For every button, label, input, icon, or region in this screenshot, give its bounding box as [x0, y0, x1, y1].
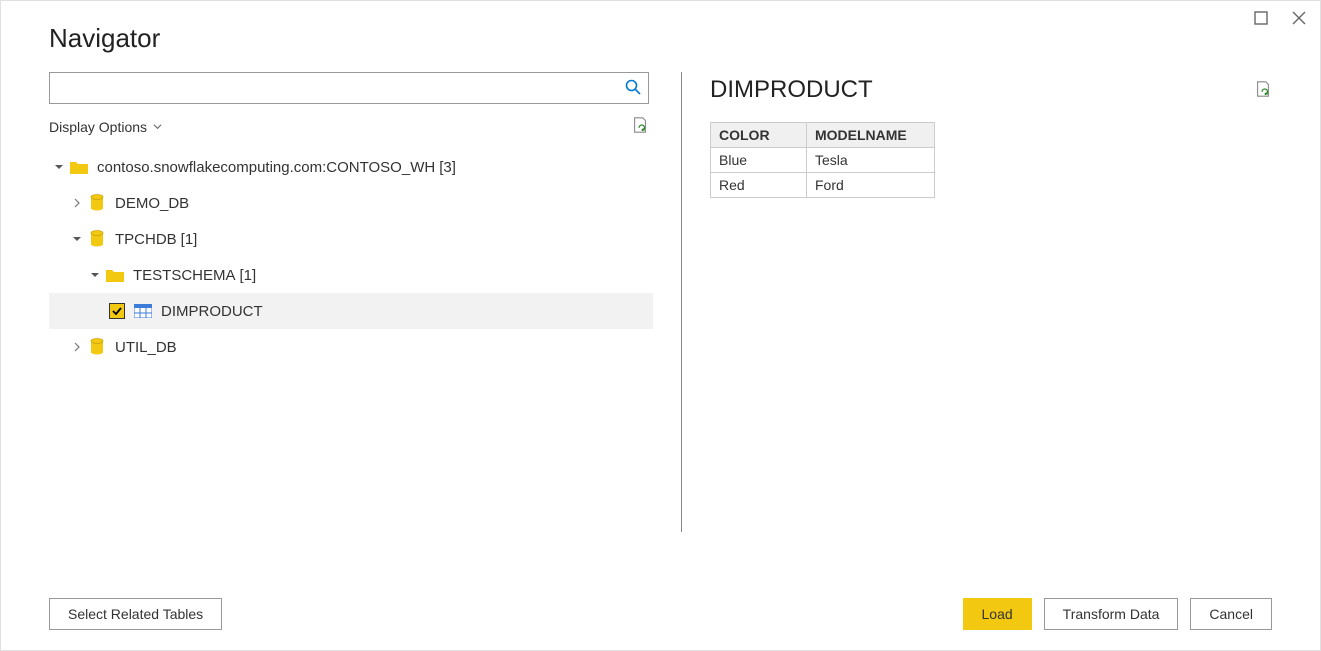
- table-cell: Blue: [711, 148, 807, 173]
- table-row[interactable]: Red Ford: [711, 173, 935, 198]
- preview-title: DIMPRODUCT: [710, 76, 873, 104]
- tree-label: TESTSCHEMA: [133, 267, 236, 284]
- column-header[interactable]: MODELNAME: [807, 123, 935, 148]
- tree-label: DEMO_DB: [115, 195, 189, 212]
- table-icon: [133, 304, 153, 318]
- table-cell: Ford: [807, 173, 935, 198]
- tree-label: UTIL_DB: [115, 339, 177, 356]
- tree-node-root[interactable]: contoso.snowflakecomputing.com:CONTOSO_W…: [49, 149, 653, 185]
- tree-label: DIMPRODUCT: [161, 303, 263, 320]
- collapse-icon[interactable]: [89, 270, 101, 280]
- tree-node-tpchdb[interactable]: TPCHDB[1]: [49, 221, 653, 257]
- column-header[interactable]: COLOR: [711, 123, 807, 148]
- tree-count: [3]: [439, 159, 456, 176]
- tree-node-testschema[interactable]: TESTSCHEMA[1]: [49, 257, 653, 293]
- table-row[interactable]: Blue Tesla: [711, 148, 935, 173]
- load-button[interactable]: Load: [963, 598, 1032, 630]
- display-options-label: Display Options: [49, 119, 147, 135]
- collapse-icon[interactable]: [53, 162, 65, 172]
- transform-data-button[interactable]: Transform Data: [1044, 598, 1179, 630]
- folder-icon: [105, 268, 125, 282]
- preview-table: COLOR MODELNAME Blue Tesla Red Ford: [710, 122, 935, 198]
- cancel-button[interactable]: Cancel: [1190, 598, 1272, 630]
- collapse-icon[interactable]: [71, 234, 83, 244]
- folder-icon: [69, 160, 89, 174]
- tree-count: [1]: [240, 267, 257, 284]
- select-related-tables-button[interactable]: Select Related Tables: [49, 598, 222, 630]
- database-icon: [87, 194, 107, 212]
- checkbox-checked[interactable]: [109, 303, 125, 319]
- tree-count: [1]: [181, 231, 198, 248]
- refresh-tree-icon[interactable]: [631, 116, 649, 137]
- tree-label: contoso.snowflakecomputing.com:CONTOSO_W…: [97, 159, 435, 176]
- display-options-dropdown[interactable]: Display Options: [49, 119, 162, 135]
- close-icon[interactable]: [1292, 11, 1306, 28]
- tree-node-dimproduct[interactable]: DIMPRODUCT: [49, 293, 653, 329]
- search-icon[interactable]: [625, 79, 641, 98]
- expand-icon[interactable]: [71, 198, 83, 208]
- refresh-preview-icon[interactable]: [1254, 80, 1272, 101]
- tree-node-util-db[interactable]: UTIL_DB: [49, 329, 653, 365]
- tree-node-demo-db[interactable]: DEMO_DB: [49, 185, 653, 221]
- page-title: Navigator: [1, 1, 1320, 72]
- search-input[interactable]: [49, 72, 649, 104]
- table-cell: Red: [711, 173, 807, 198]
- expand-icon[interactable]: [71, 342, 83, 352]
- vertical-divider: [681, 72, 682, 532]
- maximize-icon[interactable]: [1254, 11, 1268, 28]
- database-icon: [87, 230, 107, 248]
- tree-label: TPCHDB: [115, 231, 177, 248]
- chevron-down-icon: [153, 122, 162, 131]
- table-cell: Tesla: [807, 148, 935, 173]
- database-icon: [87, 338, 107, 356]
